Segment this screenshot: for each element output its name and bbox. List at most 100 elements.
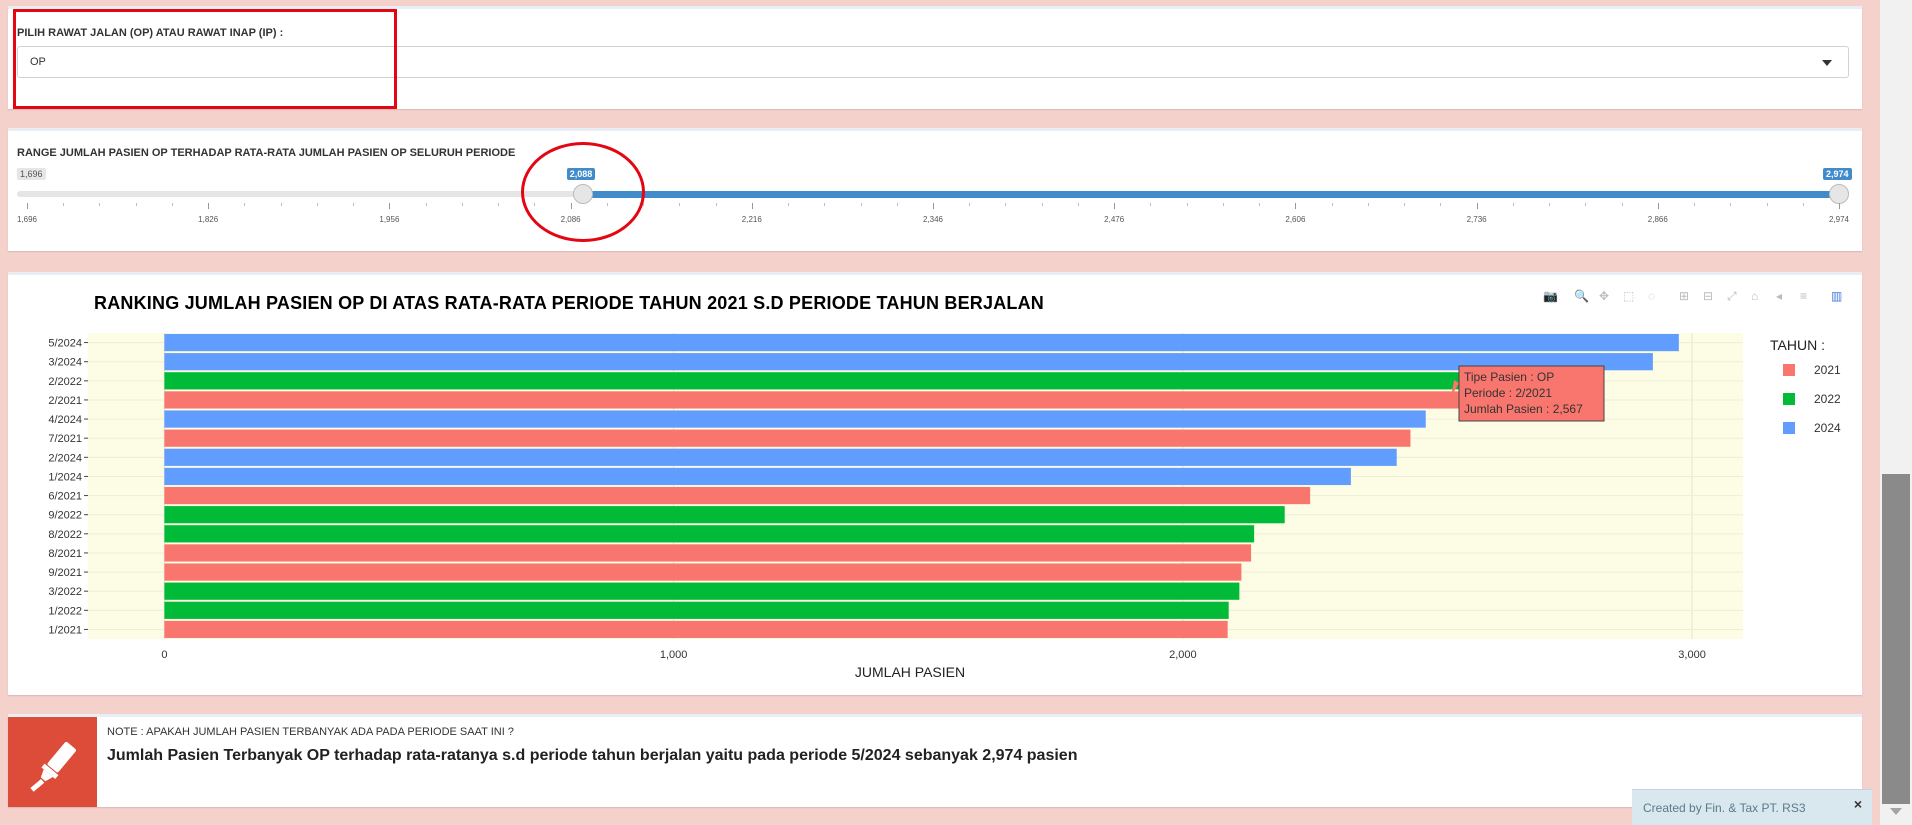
bar-5-2024[interactable] — [164, 333, 1679, 352]
hover-tooltip: Tipe Pasien : OP Periode : 2/2021 Jumlah… — [1451, 365, 1605, 422]
slider-minor-tick — [316, 203, 318, 206]
tooltip-period: Periode : 2/2021 — [1464, 386, 1552, 400]
slider-min-badge: 1,696 — [17, 168, 46, 180]
slider-tick-label: 2,216 — [741, 215, 762, 224]
legend-swatch-2024[interactable] — [1783, 422, 1795, 434]
note-answer: Jumlah Pasien Terbanyak OP terhadap rata… — [107, 747, 1078, 764]
y-tick-label: 8/2021 — [48, 548, 82, 560]
slider-tick — [751, 203, 753, 209]
slider-minor-tick — [1621, 203, 1623, 206]
slider-minor-tick — [1259, 203, 1261, 206]
slider-minor-tick — [280, 203, 282, 206]
chart-panel: RANKING JUMLAH PASIEN OP DI ATAS RATA-RA… — [8, 272, 1862, 695]
y-tick-label: 9/2022 — [48, 510, 82, 522]
slider-minor-tick — [969, 203, 971, 206]
legend-label-2022[interactable]: 2022 — [1814, 392, 1841, 406]
bar-1-2022[interactable] — [164, 601, 1229, 619]
slider-tick — [27, 203, 28, 209]
legend-swatch-2022[interactable] — [1783, 393, 1795, 405]
slider-minor-tick — [896, 203, 898, 206]
slider-minor-tick — [1367, 203, 1369, 206]
slider-tick — [1114, 203, 1116, 209]
credit-notification: Created by Fin. & Tax PT. RS3 × — [1632, 789, 1872, 825]
bar-8-2022[interactable] — [164, 525, 1255, 543]
slider-minor-tick — [1440, 203, 1442, 206]
highlight-rectangle — [13, 9, 397, 109]
bar-8-2021[interactable] — [164, 544, 1252, 562]
x-axis-title: JUMLAH PASIEN — [855, 664, 965, 680]
slider-minor-tick — [679, 203, 681, 206]
range-panel: RANGE JUMLAH PASIEN OP TERHADAP RATA-RAT… — [8, 128, 1862, 251]
range-label: RANGE JUMLAH PASIEN OP TERHADAP RATA-RAT… — [17, 147, 516, 159]
slider-tick-label: 1,826 — [198, 215, 219, 224]
slider-tick — [1476, 203, 1478, 209]
legend-swatch-2021[interactable] — [1783, 364, 1795, 376]
y-tick-label: 3/2024 — [48, 357, 82, 369]
slider-selected-range[interactable] — [582, 191, 1839, 198]
slider-minor-tick — [461, 203, 463, 206]
x-axis-labels: 0 1,000 2,000 3,000 — [161, 649, 1706, 661]
bar-7-2021[interactable] — [164, 429, 1411, 447]
y-tick-label: 5/2024 — [48, 338, 82, 350]
slider-tick-label: 2,606 — [1285, 215, 1306, 224]
bar-2-2022[interactable] — [164, 372, 1473, 390]
slider-minor-tick — [1404, 203, 1406, 206]
slider-minor-tick — [244, 203, 246, 206]
x-tick-label: 1,000 — [660, 649, 688, 661]
slider-tick — [1839, 203, 1840, 209]
page-scrollbar[interactable] — [1880, 0, 1912, 825]
bar-3-2022[interactable] — [164, 582, 1240, 600]
slider-tick-label: 2,974 — [1828, 215, 1850, 224]
close-icon[interactable]: × — [1854, 796, 1862, 812]
y-tick-label: 6/2021 — [48, 491, 82, 503]
slider-tick — [208, 203, 210, 209]
y-tick-label: 4/2024 — [48, 414, 82, 426]
slider-minor-tick — [860, 203, 862, 206]
slider-to-handle[interactable] — [1829, 184, 1849, 204]
bar-6-2021[interactable] — [164, 486, 1311, 505]
slider-minor-tick — [824, 203, 826, 206]
slider-minor-tick — [171, 203, 173, 206]
y-tick-label: 8/2022 — [48, 529, 82, 541]
x-tick-label: 2,000 — [1169, 649, 1197, 661]
bar-2-2024[interactable] — [164, 448, 1397, 466]
slider-minor-tick — [498, 203, 500, 206]
slider-minor-tick — [353, 203, 355, 206]
slider-minor-tick — [1186, 203, 1188, 206]
bar-9-2021[interactable] — [164, 563, 1242, 581]
bar-2-2021[interactable] — [164, 391, 1472, 409]
bar-3-2024[interactable] — [164, 353, 1653, 371]
legend-label-2021[interactable]: 2021 — [1814, 363, 1841, 377]
y-tick-label: 2/2022 — [48, 376, 82, 388]
y-tick-label: 1/2022 — [48, 605, 82, 617]
slider-minor-tick — [1549, 203, 1551, 206]
bar-1-2021[interactable] — [164, 620, 1228, 639]
slider-minor-tick — [1005, 203, 1007, 206]
slider-minor-tick — [1694, 203, 1696, 206]
chevron-down-icon[interactable] — [1822, 60, 1832, 66]
filter-panel: PILIH RAWAT JALAN (OP) ATAU RAWAT INAP (… — [8, 6, 1862, 109]
bar-4-2024[interactable] — [164, 410, 1426, 428]
slider-tick-label: 2,736 — [1466, 215, 1487, 224]
slider-tick-label: 1,696 — [16, 215, 38, 224]
credit-text: Created by Fin. & Tax PT. RS3 — [1643, 801, 1806, 815]
slider-minor-tick — [1077, 203, 1079, 206]
slider-tick — [933, 203, 934, 209]
slider-minor-tick — [1585, 203, 1587, 206]
slider-minor-tick — [1150, 203, 1152, 206]
slider-minor-tick — [1766, 203, 1768, 206]
slider-tick-label: 2,346 — [922, 215, 944, 224]
bar-1-2024[interactable] — [164, 467, 1351, 486]
slider-tick — [1657, 203, 1659, 209]
bar-9-2022[interactable] — [164, 506, 1285, 524]
y-tick-label: 3/2022 — [48, 586, 82, 598]
slider-minor-tick — [1222, 203, 1224, 206]
note-question: NOTE : APAKAH JUMLAH PASIEN TERBANYAK AD… — [107, 726, 514, 738]
slider-minor-tick — [788, 203, 790, 206]
highlight-ellipse — [521, 142, 645, 242]
note-icon-box — [8, 717, 97, 807]
legend-label-2024[interactable]: 2024 — [1814, 421, 1841, 435]
scroll-down-arrow-icon[interactable] — [1890, 808, 1902, 815]
scrollbar-thumb[interactable] — [1882, 474, 1910, 804]
slider-minor-tick — [63, 203, 65, 206]
